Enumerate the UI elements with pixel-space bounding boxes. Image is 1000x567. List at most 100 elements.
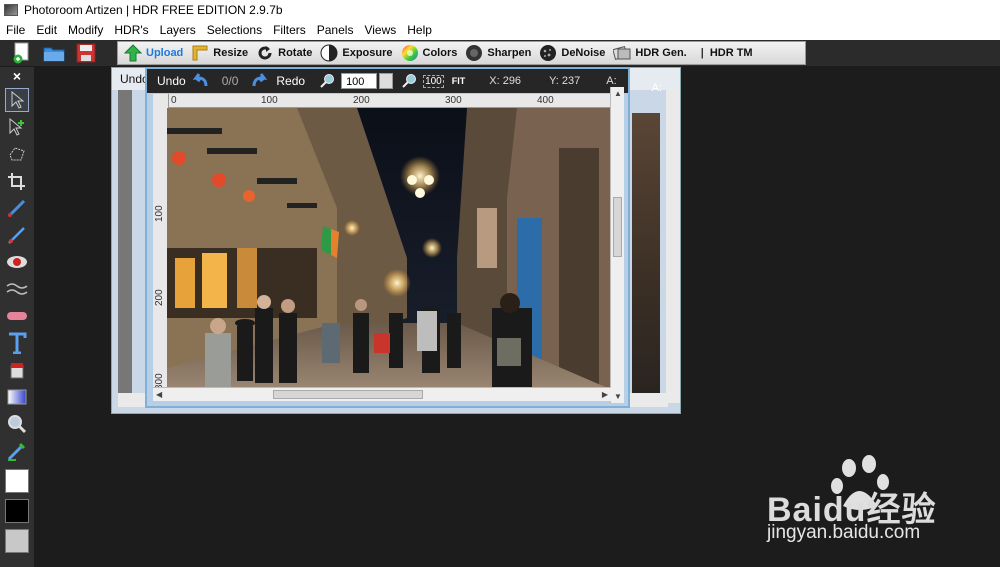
zoom-out-icon[interactable] [401, 73, 419, 89]
lasso-tool[interactable] [5, 142, 29, 166]
horizontal-ruler: 0 100 200 300 400 [155, 94, 613, 108]
ruler-tick-0: 0 [171, 95, 177, 106]
ruler-tick-300: 300 [445, 95, 462, 106]
zoom-stepper[interactable] [379, 73, 394, 89]
menu-filters[interactable]: Filters [273, 23, 306, 37]
toolbox-close-button[interactable]: × [0, 67, 34, 85]
hdr-gen-button[interactable]: HDR Gen. [613, 44, 687, 62]
fill-tool[interactable] [5, 358, 29, 382]
eraser-tool[interactable] [5, 304, 29, 328]
gradient-icon [7, 389, 27, 405]
main-toolbar: Upload Resize Rotate Exposure Colors Sha… [0, 40, 1000, 66]
vertical-scroll-thumb[interactable] [613, 197, 622, 257]
denoise-button[interactable]: DeNoise [539, 44, 605, 62]
crop-tool[interactable] [5, 169, 29, 193]
brush-icon [7, 199, 26, 218]
pointer-plus-icon [9, 118, 24, 136]
lasso-icon [9, 147, 25, 161]
menu-panels[interactable]: Panels [317, 23, 354, 37]
canvas-photo[interactable] [167, 108, 610, 389]
exposure-icon [320, 44, 338, 62]
title-bar: Photoroom Artizen | HDR FREE EDITION 2.9… [0, 0, 1000, 20]
brush-tool[interactable] [5, 196, 29, 220]
resize-icon [192, 45, 208, 61]
menu-views[interactable]: Views [364, 23, 396, 37]
baidu-watermark: Baidu经验 jingyan.baidu.com [765, 455, 985, 555]
eraser-icon [7, 312, 27, 320]
menu-file[interactable]: File [6, 23, 25, 37]
zoom-input[interactable]: 100 [341, 73, 378, 89]
zoom-in-icon[interactable] [319, 73, 337, 89]
undo-count: 0/0 [221, 74, 239, 88]
save-disk-icon [76, 43, 96, 63]
new-file-icon [13, 42, 29, 64]
exposure-button[interactable]: Exposure [320, 44, 393, 62]
magnifier-icon [8, 415, 27, 434]
rotate-button[interactable]: Rotate [256, 44, 312, 62]
open-file-button[interactable] [38, 41, 70, 65]
active-document-window[interactable]: Undo 0/0 Redo 100 100 FIT X: 296 Y: 237 … [145, 67, 630, 408]
add-select-tool[interactable] [5, 115, 29, 139]
menu-modify[interactable]: Modify [68, 23, 103, 37]
menu-layers[interactable]: Layers [160, 23, 196, 37]
save-file-button[interactable] [70, 41, 102, 65]
background-photo-strip [632, 113, 660, 393]
window-title: Photoroom Artizen | HDR FREE EDITION 2.9… [24, 3, 283, 17]
menu-selections[interactable]: Selections [207, 23, 262, 37]
text-icon [9, 332, 27, 354]
eyedropper-tool[interactable] [5, 439, 29, 463]
vertical-scrollbar[interactable]: ▲ ▼ [610, 87, 624, 403]
sharpen-button[interactable]: Sharpen [465, 44, 531, 62]
red-eye-tool[interactable] [5, 250, 29, 274]
rotate-icon [258, 46, 272, 60]
scroll-right-arrow-icon[interactable]: ▶ [602, 390, 608, 399]
hdr-tm-button[interactable]: HDR TM [710, 47, 753, 59]
gradient-tool[interactable] [5, 385, 29, 409]
ruler-tick-100: 100 [261, 95, 278, 106]
horizontal-scroll-thumb[interactable] [273, 390, 423, 399]
text-tool[interactable] [5, 331, 29, 355]
alpha-readout: A: [606, 75, 617, 87]
menu-bar: File Edit Modify HDR's Layers Selections… [0, 20, 1000, 40]
color-wheel-icon [401, 45, 418, 61]
open-folder-icon [43, 47, 65, 62]
resize-button[interactable]: Resize [191, 44, 248, 62]
zoom-tool[interactable] [5, 412, 29, 436]
secondary-color-swatch[interactable] [5, 529, 29, 553]
scroll-down-arrow-icon[interactable]: ▼ [614, 392, 622, 401]
background-color-swatch[interactable] [5, 499, 29, 523]
background-vertical-ruler [118, 90, 132, 403]
redo-arrow-icon[interactable] [250, 72, 272, 90]
paint-bucket-icon [10, 363, 24, 379]
undo-arrow-icon[interactable] [190, 72, 210, 90]
zoom-100-button[interactable]: 100 [423, 74, 444, 88]
foreground-color-swatch[interactable] [5, 469, 29, 493]
background-vertical-scrollbar[interactable] [666, 90, 680, 403]
fit-button[interactable]: FIT [452, 76, 466, 86]
vruler-tick-200: 200 [154, 289, 165, 306]
pointer-tool[interactable] [5, 88, 29, 112]
watermark-url: jingyan.baidu.com [767, 522, 921, 543]
vruler-tick-100: 100 [154, 205, 165, 222]
scroll-up-arrow-icon[interactable]: ▲ [614, 89, 622, 98]
pen-tool[interactable] [5, 223, 29, 247]
horizontal-scrollbar[interactable]: ◀ ▶ [153, 387, 611, 401]
menu-help[interactable]: Help [407, 23, 432, 37]
scroll-left-arrow-icon[interactable]: ◀ [156, 390, 162, 399]
colors-button[interactable]: Colors [401, 44, 457, 62]
smudge-tool[interactable] [5, 277, 29, 301]
wave-icon [6, 283, 28, 295]
eyedropper-icon [7, 442, 26, 461]
street-scene-image [167, 108, 610, 389]
undo-button[interactable]: Undo [157, 74, 186, 88]
redo-button[interactable]: Redo [276, 74, 305, 88]
upload-button[interactable]: Upload [124, 44, 183, 62]
new-file-button[interactable] [6, 41, 38, 65]
background-a-readout: A: [651, 82, 662, 94]
ruler-tick-200: 200 [353, 95, 370, 106]
menu-hdrs[interactable]: HDR's [114, 23, 148, 37]
menu-edit[interactable]: Edit [36, 23, 57, 37]
crop-icon [8, 173, 25, 190]
hdr-gen-icon [613, 46, 631, 60]
pointer-icon [11, 91, 25, 109]
